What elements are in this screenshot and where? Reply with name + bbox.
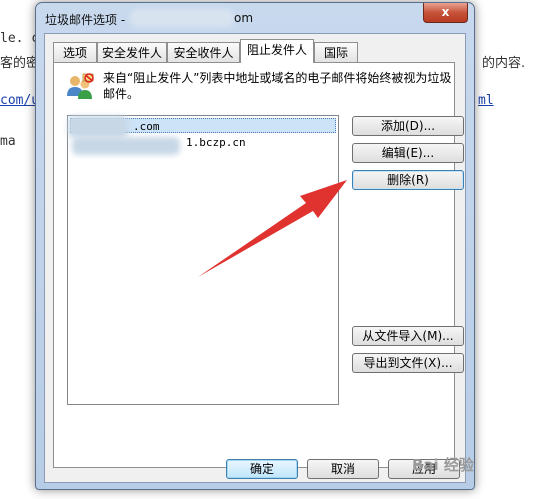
baidu-watermark: Bai 经验	[412, 456, 474, 474]
tab-blocked-senders[interactable]: 阻止发件人	[240, 39, 314, 63]
annotation-arrow	[198, 180, 347, 277]
red-arrow-icon	[198, 180, 347, 277]
